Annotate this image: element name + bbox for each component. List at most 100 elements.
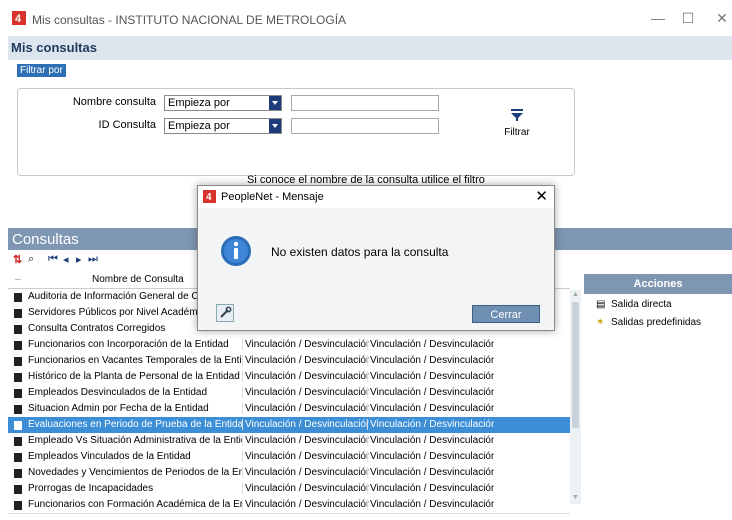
consultas-title: Consultas xyxy=(12,231,79,248)
page-header: Mis consultas xyxy=(8,36,732,60)
cerrar-button[interactable]: Cerrar xyxy=(472,305,540,323)
chevron-down-icon[interactable] xyxy=(269,119,281,133)
document-icon xyxy=(14,453,22,462)
svg-text:4: 4 xyxy=(15,13,22,25)
header-marker: – xyxy=(15,274,21,285)
consulta-category-cell: Vinculación / Desvinculación xyxy=(242,339,369,350)
scroll-up-icon[interactable]: ▲ xyxy=(572,291,579,299)
consulta-name-cell: Empleado Vs Situación Administrativa de … xyxy=(28,435,242,446)
document-icon xyxy=(14,373,22,382)
wrench-icon xyxy=(220,306,232,318)
consulta-subcategory-cell: Vinculación / Desvinculación xyxy=(367,371,494,382)
consulta-category-cell: Vinculación / Desvinculación xyxy=(242,403,369,414)
close-window-button[interactable]: ✕ xyxy=(712,8,732,28)
consulta-subcategory-cell: Vinculación / Desvinculación xyxy=(367,355,494,366)
consulta-name-cell: Empleados Desvinculados de la Entidad xyxy=(28,387,207,398)
salida-directa-action[interactable]: ▤ Salida directa xyxy=(596,299,672,310)
document-icon xyxy=(14,405,22,414)
previous-record-icon[interactable]: ◂ xyxy=(63,253,69,266)
dialog-message: No existen datos para la consulta xyxy=(271,245,449,259)
consulta-category-cell: Vinculación / Desvinculación xyxy=(242,483,369,494)
scrollbar-thumb[interactable] xyxy=(572,302,579,428)
table-row[interactable]: Funcionarios con Formación Académica de … xyxy=(8,497,570,514)
sort-icon[interactable]: ⇅ xyxy=(13,253,22,266)
consulta-name-cell: Situacion Admin por Fecha de la Entidad xyxy=(28,403,209,414)
minimize-button[interactable]: — xyxy=(648,8,668,28)
document-icon: ▤ xyxy=(596,299,606,310)
scroll-down-icon[interactable]: ▼ xyxy=(572,494,579,502)
table-row[interactable]: Funcionarios en Vacantes Temporales de l… xyxy=(8,353,570,370)
consulta-name-cell: Prorrogas de Incapacidades xyxy=(28,483,154,494)
acciones-header: Acciones xyxy=(584,274,732,294)
id-operator-select[interactable]: Empieza por xyxy=(164,118,282,134)
document-icon xyxy=(14,357,22,366)
consulta-name-cell: Histórico de la Planta de Personal de la… xyxy=(28,371,240,382)
svg-text:4: 4 xyxy=(206,192,212,203)
document-icon xyxy=(14,421,22,430)
document-icon xyxy=(14,469,22,478)
document-icon xyxy=(14,309,22,318)
funnel-icon xyxy=(511,109,523,121)
info-icon xyxy=(221,236,251,266)
filter-section-tag: Filtrar por xyxy=(17,64,66,77)
table-row[interactable]: Empleados Vinculados de la Entidad Vincul… xyxy=(8,449,570,466)
table-row[interactable]: Prorrogas de Incapacidades Vinculación / … xyxy=(8,481,570,498)
consulta-category-cell: Vinculación / Desvinculación xyxy=(242,355,369,366)
document-icon xyxy=(14,501,22,510)
name-operator-select[interactable]: Empieza por xyxy=(164,95,282,111)
table-row[interactable]: Funcionarios con Incorporación de la Ent… xyxy=(8,337,570,354)
binoculars-icon[interactable]: ⌕ xyxy=(28,253,34,266)
consulta-category-cell: Vinculación / Desvinculación xyxy=(242,435,369,446)
dialog-title-bar: 4 PeopleNet - Mensaje ✕ xyxy=(198,186,554,208)
consulta-category-cell: Vinculación / Desvinculación xyxy=(242,467,369,478)
last-record-icon[interactable]: ⏭ xyxy=(88,253,98,266)
table-row[interactable]: Evaluaciones en Periodo de Prueba de la … xyxy=(8,417,570,434)
title-bar: 4 Mis consultas - INSTITUTO NACIONAL DE … xyxy=(0,0,732,36)
filter-button-label: Filtrar xyxy=(504,127,530,138)
column-header-name[interactable]: Nombre de Consulta xyxy=(92,274,184,285)
consulta-name-cell: Novedades y Vencimientos de Periodos de … xyxy=(28,467,242,478)
table-row[interactable]: Situacion Admin por Fecha de la Entidad V… xyxy=(8,401,570,418)
name-filter-label: Nombre consulta xyxy=(72,96,156,108)
document-icon xyxy=(14,389,22,398)
table-row[interactable]: Empleado Vs Situación Administrativa de … xyxy=(8,433,570,450)
consulta-subcategory-cell: Vinculación / Desvinculación xyxy=(367,387,494,398)
consulta-name-cell: Funcionarios con Formación Académica de … xyxy=(28,499,242,510)
dialog-close-button[interactable]: ✕ xyxy=(535,187,548,205)
window-title: Mis consultas - INSTITUTO NACIONAL DE ME… xyxy=(32,13,347,27)
document-icon xyxy=(14,293,22,302)
consulta-subcategory-cell: Vinculación / Desvinculación xyxy=(367,467,494,478)
consulta-subcategory-cell: Vinculación / Desvinculación xyxy=(367,339,494,350)
maximize-button[interactable]: ☐ xyxy=(678,8,698,28)
document-icon xyxy=(14,437,22,446)
id-filter-input[interactable] xyxy=(291,118,439,134)
peoplenet-logo-icon: 4 xyxy=(12,11,26,25)
filter-button[interactable]: Filtrar xyxy=(497,108,537,148)
chevron-down-icon[interactable] xyxy=(269,96,281,110)
consulta-category-cell: Vinculación / Desvinculación xyxy=(242,451,369,462)
dialog-body: No existen datos para la consulta Cerrar xyxy=(204,208,548,324)
table-row[interactable]: Novedades y Vencimientos de Periodos de … xyxy=(8,465,570,482)
first-record-icon[interactable]: ⏮ xyxy=(48,253,58,266)
consulta-name-cell: Funcionarios con Incorporación de la Ent… xyxy=(28,339,229,350)
consulta-subcategory-cell: Vinculación / Desvinculación xyxy=(367,435,494,446)
table-row[interactable]: Histórico de la Planta de Personal de la… xyxy=(8,369,570,386)
peoplenet-logo-icon: 4 xyxy=(203,190,216,203)
consulta-subcategory-cell: Vinculación / Desvinculación xyxy=(367,499,494,510)
message-dialog: 4 PeopleNet - Mensaje ✕ No existen datos… xyxy=(197,185,555,331)
salidas-predefinidas-action[interactable]: ✶ Salidas predefinidas xyxy=(596,317,701,328)
consulta-subcategory-cell: Vinculación / Desvinculación xyxy=(367,483,494,494)
next-record-icon[interactable]: ▸ xyxy=(76,253,82,266)
table-scrollbar[interactable]: ▲ ▼ xyxy=(570,290,581,504)
dialog-title: PeopleNet - Mensaje xyxy=(221,191,324,203)
consulta-subcategory-cell: Vinculación / Desvinculación xyxy=(367,451,494,462)
magic-wand-icon: ✶ xyxy=(596,317,605,328)
consulta-category-cell: Vinculación / Desvinculación xyxy=(242,387,369,398)
consulta-name-cell: Funcionarios en Vacantes Temporales de l… xyxy=(28,355,242,366)
id-filter-label: ID Consulta xyxy=(98,119,156,131)
consulta-category-cell: Vinculación / Desvinculación xyxy=(242,419,369,430)
consulta-subcategory-cell: Vinculación / Desvinculación xyxy=(367,403,494,414)
table-row[interactable]: Empleados Desvinculados de la Entidad Vin… xyxy=(8,385,570,402)
dialog-tools-button[interactable] xyxy=(216,304,234,322)
name-filter-input[interactable] xyxy=(291,95,439,111)
